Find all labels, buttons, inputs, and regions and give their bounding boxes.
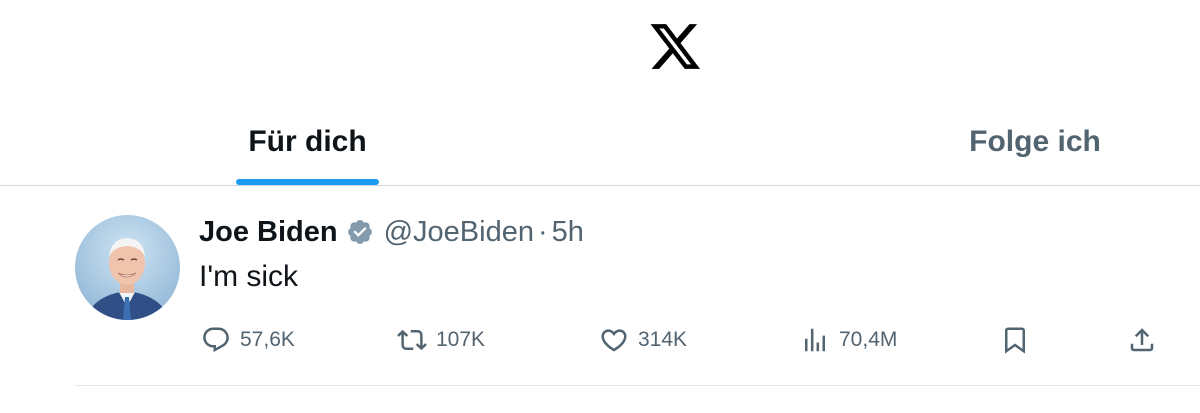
author-name[interactable]: Joe Biden <box>199 216 338 249</box>
like-count: 314K <box>638 328 688 351</box>
bookmark-icon <box>1005 327 1025 354</box>
tweet-time[interactable]: 5h <box>552 216 584 249</box>
retweet-button[interactable]: 107K <box>397 322 485 358</box>
avatar[interactable] <box>75 215 180 320</box>
bookmark-button[interactable] <box>1000 322 1030 358</box>
reply-button[interactable]: 57,6K <box>201 322 295 358</box>
heart-icon <box>601 329 627 352</box>
x-logo-icon[interactable] <box>650 24 702 72</box>
share-button[interactable] <box>1127 322 1157 358</box>
tweet-divider <box>75 385 1200 386</box>
tab-following[interactable]: Folge ich <box>960 110 1110 186</box>
share-icon <box>1130 328 1154 352</box>
tweet-header: Joe Biden @JoeBiden · 5h <box>199 212 584 252</box>
retweet-count: 107K <box>436 328 486 351</box>
views-button[interactable]: 70,4M <box>800 322 897 358</box>
reply-count: 57,6K <box>240 328 295 351</box>
tab-for-you[interactable]: Für dich <box>236 110 379 186</box>
verified-badge-icon <box>347 220 372 244</box>
retweet-icon <box>397 329 427 351</box>
views-count: 70,4M <box>839 328 898 351</box>
separator-dot: · <box>537 215 548 248</box>
tweet-text: I'm sick <box>199 260 299 293</box>
like-button[interactable]: 314K <box>599 322 687 358</box>
author-handle[interactable]: @JoeBiden <box>384 216 534 249</box>
tabs-divider <box>0 185 1200 186</box>
reply-icon <box>203 327 229 353</box>
views-icon <box>805 328 825 352</box>
timeline-tabs: Für dich Folge ich <box>0 110 1200 186</box>
